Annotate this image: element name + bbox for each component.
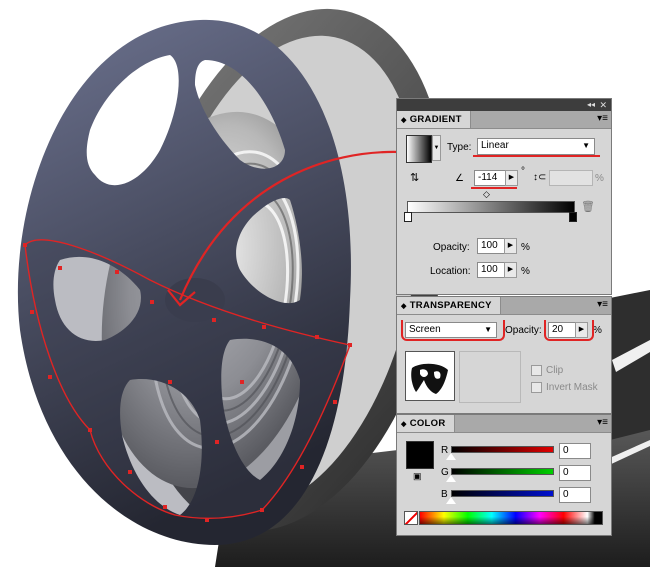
panel-menu-icon[interactable]: ▾≡ — [597, 417, 608, 429]
tab-color[interactable]: ◆ COLOR — [397, 415, 455, 432]
g-slider[interactable] — [451, 468, 554, 475]
r-value: 0 — [563, 445, 569, 456]
transparency-panel: ◆ TRANSPARENCY ▾≡ Screen ▼ Opacity: 20 ▶ … — [396, 296, 612, 414]
type-select[interactable]: Linear ▼ — [477, 138, 595, 155]
mask-area[interactable] — [459, 351, 521, 403]
r-slider-thumb[interactable] — [446, 453, 456, 460]
clip-checkbox[interactable] — [531, 365, 542, 376]
tab-toggle-icon: ◆ — [401, 421, 407, 428]
angle-value: -114 — [478, 172, 498, 183]
g-value: 0 — [563, 467, 569, 478]
close-icon[interactable]: ✕ — [599, 99, 607, 111]
annotation-bracket-opacity — [544, 320, 594, 341]
collapse-icon[interactable]: ◂◂ — [587, 99, 595, 111]
panel-menu-icon[interactable]: ▾≡ — [597, 299, 608, 311]
invert-mask-label: Invert Mask — [546, 382, 598, 393]
annotation-bracket — [401, 320, 505, 341]
angle-icon: ∠ — [455, 173, 464, 184]
fill-swatch-icon[interactable] — [406, 441, 434, 469]
none-swatch-icon[interactable] — [404, 511, 418, 525]
swatch-dropdown-icon[interactable]: ▼ — [432, 135, 441, 161]
gradient-panel: ◂◂ ✕ ◆ GRADIENT ▾≡ ▼ Type: Linear ▼ ⇅ ∠ -… — [396, 98, 612, 295]
angle-unit: ° — [521, 166, 525, 177]
gradient-title: GRADIENT — [409, 114, 462, 125]
tab-transparency[interactable]: ◆ TRANSPARENCY — [397, 297, 501, 314]
color-tabbar: ◆ COLOR ▾≡ — [397, 415, 611, 433]
stop-black[interactable] — [569, 212, 577, 222]
gradient-swatch[interactable] — [406, 135, 432, 163]
b-slider[interactable] — [451, 490, 554, 497]
location-value: 100 — [481, 264, 498, 275]
type-value: Linear — [481, 140, 509, 151]
small-swatch-icon[interactable]: ▣ — [413, 471, 422, 482]
b-slider-thumb[interactable] — [446, 497, 456, 504]
g-input[interactable]: 0 — [559, 465, 591, 481]
location-unit: % — [521, 266, 530, 277]
r-slider[interactable] — [451, 446, 554, 453]
midpoint-diamond-icon[interactable]: ◇ — [483, 189, 490, 200]
reel-thumbnail-icon — [411, 363, 448, 394]
transparency-title: TRANSPARENCY — [409, 300, 492, 311]
transparency-opacity-label: Opacity: — [505, 325, 542, 336]
panel-menu-icon[interactable]: ▾≡ — [597, 113, 608, 125]
invert-mask-checkbox[interactable] — [531, 382, 542, 393]
tab-toggle-icon: ◆ — [401, 303, 407, 310]
swap-icon[interactable]: ⇅ — [410, 171, 419, 184]
aspect-unit: % — [595, 173, 604, 184]
b-input[interactable]: 0 — [559, 487, 591, 503]
object-thumbnail[interactable] — [405, 351, 455, 401]
aspect-ratio-icon: ↕⊂ — [533, 172, 547, 183]
g-slider-thumb[interactable] — [446, 475, 456, 482]
gradient-opacity-input[interactable]: 100 — [477, 238, 505, 254]
b-value: 0 — [563, 489, 569, 500]
transparency-opacity-unit: % — [593, 325, 602, 336]
stepper-arrow-icon[interactable]: ▶ — [505, 170, 518, 186]
dropdown-arrow-icon: ▼ — [582, 141, 590, 150]
gradient-tabbar: ◆ GRADIENT ▾≡ — [397, 111, 611, 129]
r-input[interactable]: 0 — [559, 443, 591, 459]
annotation-underline — [473, 155, 600, 157]
gradient-slider[interactable] — [407, 201, 575, 213]
gradient-opacity-value: 100 — [481, 240, 498, 251]
gradient-opacity-stepper[interactable]: ▶ — [504, 238, 517, 254]
color-title: COLOR — [409, 418, 446, 429]
aspect-input[interactable] — [549, 170, 593, 186]
gradient-opacity-label: Opacity: — [433, 242, 470, 253]
transparency-tabbar: ◆ TRANSPARENCY ▾≡ — [397, 297, 611, 315]
annotation-underline-angle — [471, 187, 517, 189]
panel-dock-header: ◂◂ ✕ — [397, 99, 611, 111]
location-label: Location: — [430, 266, 471, 277]
gradient-opacity-unit: % — [521, 242, 530, 253]
stop-white[interactable] — [404, 212, 412, 222]
color-panel: ◆ COLOR ▾≡ ▣ R 0 G 0 B 0 — [396, 414, 612, 536]
location-stepper[interactable]: ▶ — [504, 262, 517, 278]
angle-input[interactable]: -114 — [474, 170, 506, 186]
type-label: Type: — [447, 142, 472, 153]
trash-icon[interactable]: 🗑 — [581, 200, 595, 213]
color-spectrum[interactable] — [419, 511, 603, 525]
tab-gradient[interactable]: ◆ GRADIENT — [397, 111, 471, 128]
location-input[interactable]: 100 — [477, 262, 505, 278]
tab-toggle-icon: ◆ — [401, 117, 407, 124]
clip-label: Clip — [546, 365, 564, 376]
